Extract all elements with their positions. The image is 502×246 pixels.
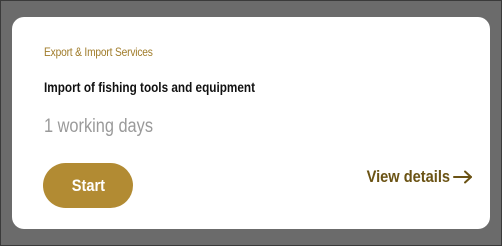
arrow-right-icon bbox=[453, 170, 472, 184]
start-button[interactable]: Start bbox=[43, 163, 133, 208]
service-duration: 1 working days bbox=[44, 116, 153, 137]
service-title: Import of fishing tools and equipment bbox=[44, 79, 256, 95]
service-category: Export & Import Services bbox=[44, 45, 153, 59]
view-details-label: View details bbox=[366, 167, 450, 186]
start-button-label: Start bbox=[71, 175, 105, 195]
view-details-link[interactable]: View details bbox=[353, 167, 474, 187]
service-card: Export & Import Services Import of fishi… bbox=[12, 17, 490, 229]
screenshot-frame: Export & Import Services Import of fishi… bbox=[0, 0, 502, 246]
